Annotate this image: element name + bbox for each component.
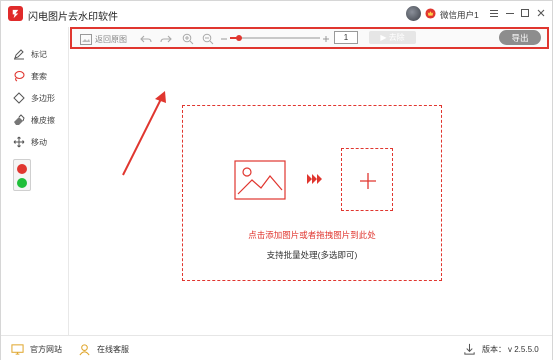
polygon-icon <box>13 92 25 104</box>
tool-mark[interactable]: 标记 <box>13 47 47 61</box>
headset-icon <box>79 343 90 355</box>
pen-icon <box>14 49 24 60</box>
image-icon <box>80 33 92 45</box>
maximize-icon[interactable] <box>518 6 532 20</box>
app-title: 闪电图片去水印软件 <box>28 12 118 23</box>
tool-label: 橡皮擦 <box>31 115 55 125</box>
dropzone-primary-text: 点击添加图片或者拖拽图片到此处 <box>248 230 376 240</box>
zoom-slider[interactable] <box>230 29 320 47</box>
online-service-link[interactable]: 在线客服 <box>78 342 129 356</box>
lasso-icon <box>14 70 25 82</box>
app-window: 闪电图片去水印软件 微信用户1 返回原图 1 ▶ 去除 导出 标记 套索 多边形… <box>0 0 553 360</box>
menu-icon[interactable] <box>487 6 501 20</box>
picture-icon <box>234 160 286 200</box>
toolbar: 返回原图 1 ▶ 去除 导出 <box>70 27 549 49</box>
image-dropzone[interactable]: 点击添加图片或者拖拽图片到此处 支持批量处理(多选即可) <box>182 105 442 281</box>
tool-move[interactable]: 移动 <box>13 135 47 149</box>
official-website-label: 官方网站 <box>30 344 62 354</box>
color-swatch-green[interactable] <box>17 178 27 188</box>
zoom-input[interactable]: 1 <box>334 31 358 44</box>
official-website-link[interactable]: 官方网站 <box>11 342 62 356</box>
pointer-arrow-annotation <box>122 91 166 176</box>
slider-plus-icon[interactable] <box>322 32 330 46</box>
tool-label: 标记 <box>31 49 47 59</box>
version-label: 版本： <box>482 344 506 354</box>
move-icon <box>13 136 25 148</box>
tool-eraser[interactable]: 橡皮擦 <box>13 113 55 127</box>
vip-crown-icon <box>425 8 436 19</box>
footer: 官方网站 在线客服 版本： v 2.5.5.0 <box>1 335 552 360</box>
sidebar: 标记 套索 多边形 橡皮擦 移动 <box>1 27 69 335</box>
undo-icon[interactable] <box>140 32 152 46</box>
zoom-out-icon[interactable] <box>202 32 214 46</box>
title-bar: 闪电图片去水印软件 微信用户1 <box>1 1 552 27</box>
app-logo-icon <box>8 6 23 21</box>
tool-polygon[interactable]: 多边形 <box>13 91 55 105</box>
add-image-button[interactable] <box>341 148 393 211</box>
user-name[interactable]: 微信用户1 <box>440 9 479 21</box>
dropzone-secondary-text: 支持批量处理(多选即可) <box>266 250 358 260</box>
version-value: v 2.5.5.0 <box>508 344 539 354</box>
online-service-label: 在线客服 <box>97 344 129 354</box>
color-panel <box>13 159 31 191</box>
triple-arrow-icon <box>307 174 322 184</box>
version-info: 版本： v 2.5.5.0 <box>463 342 539 356</box>
color-swatch-red[interactable] <box>17 164 27 174</box>
plus-icon <box>360 173 376 189</box>
back-to-original-button[interactable]: 返回原图 <box>80 32 127 46</box>
redo-icon[interactable] <box>160 32 172 46</box>
slider-track <box>230 35 320 41</box>
close-icon[interactable] <box>534 6 548 20</box>
download-icon <box>464 343 475 355</box>
remove-button[interactable]: ▶ 去除 <box>369 31 416 44</box>
monitor-icon <box>11 343 24 355</box>
slider-minus-icon[interactable] <box>220 32 228 46</box>
tool-label: 多边形 <box>31 93 55 103</box>
eraser-icon <box>14 114 25 125</box>
minimize-icon[interactable] <box>503 6 517 20</box>
tool-label: 套索 <box>31 71 47 81</box>
tool-label: 移动 <box>31 137 47 147</box>
slider-thumb[interactable] <box>236 35 242 41</box>
tool-lasso[interactable]: 套索 <box>13 69 47 83</box>
export-button[interactable]: 导出 <box>499 30 541 45</box>
zoom-in-icon[interactable] <box>182 32 194 46</box>
back-to-original-label: 返回原图 <box>95 34 127 44</box>
avatar[interactable] <box>406 6 421 21</box>
